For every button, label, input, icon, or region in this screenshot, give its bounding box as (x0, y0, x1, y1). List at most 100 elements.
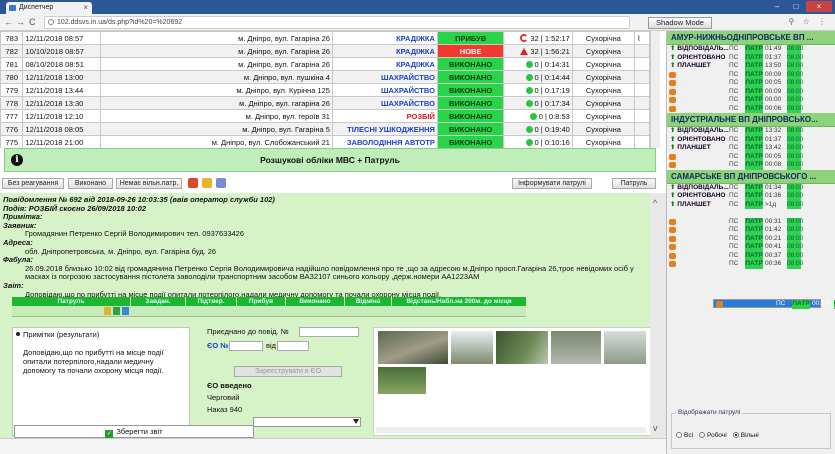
eo-date-input[interactable] (277, 341, 309, 351)
patrol-unit-row[interactable]: ⬆ ОРІЄНТОВАНО ПС ПАТР 01:36 08:00 (667, 192, 835, 201)
people-icon[interactable] (216, 178, 226, 188)
favicon-icon (9, 5, 16, 11)
table-row[interactable]: 783 12/11/2018 08:57 м. Дніпро, вул. Гагар… (0, 31, 651, 45)
no-free-patrol-button[interactable]: Немає вільн.патр. (116, 178, 182, 189)
photo-thumb[interactable] (604, 331, 646, 364)
patrol-unit-row[interactable]: ⬆ ПЛАНШЕТ ПС ПАТР 13:42 08:00 (667, 144, 835, 153)
patrol-unit-row[interactable]: ⬆ ОРІЄНТОВАНО ПС ПАТР 01:37 08:00 (667, 135, 835, 144)
attached-number-input[interactable] (299, 327, 359, 337)
scroll-up-icon[interactable]: ^ (653, 198, 657, 208)
patrol-unit-row[interactable]: ПС ПАТР 00:05 08:00 (667, 79, 835, 88)
patrol-unit-row[interactable]: ⬆ ВІДПОВІДАЛЬ... ПС ПАТР 01:34 08:00 (667, 183, 835, 192)
applicant-value: Громадянин Петренко Сергій Володимирович… (25, 229, 245, 239)
no-reaction-button[interactable]: Без реагування (2, 178, 64, 189)
table-row[interactable]: 777 12/11/2018 12:10 м. Дніпро, вул. герої… (0, 109, 651, 123)
unit-name-text: ВІДПОВІДАЛЬ... (677, 127, 729, 134)
incident-counter: 0 | 0:19:40 (503, 122, 573, 136)
table-row[interactable]: 776 12/11/2018 08:05 м. Дніпро, вул. Гагар… (0, 122, 651, 136)
incident-address: м. Дніпро, вул. Курінна 125 (99, 83, 333, 97)
unit-time: 01:34 (765, 183, 782, 191)
unit-time: 00:06 (765, 104, 782, 112)
notes-textarea[interactable]: Доповідаю,що по прибутті на місце події … (23, 348, 183, 375)
department-header[interactable]: АМУР-НИЖНЬОДНІПРОВСЬКЕ ВП ... (667, 31, 835, 45)
photo-thumb[interactable] (551, 331, 601, 364)
folder-icon[interactable] (202, 178, 212, 188)
patrol-unit-row[interactable]: ПС ПАТР 00:31 08:00 (667, 217, 835, 226)
from-label: від (266, 341, 277, 350)
photo-thumb[interactable] (378, 331, 448, 364)
patrol-unit-row[interactable]: ⬆ ПЛАНШЕТ ПС ПАТР >1д 08:00 (667, 200, 835, 209)
department-header[interactable]: САМАРСЬКЕ ВП ДНІПРОВСЬКОГО ... (667, 169, 835, 184)
detail-scrollbar[interactable]: ^ v (650, 193, 666, 438)
close-window-icon[interactable]: × (806, 1, 832, 12)
patrol-unit-row[interactable]: ⬆ ПЛАНШЕТ ПС ПАТР 13:50 08:00 (667, 62, 835, 71)
close-tab-icon[interactable]: × (83, 2, 88, 14)
radio-icon[interactable] (699, 432, 706, 438)
incident-counter-text: 0 | 0:10:16 (534, 137, 570, 147)
radio-icon[interactable] (732, 432, 739, 438)
filter-option[interactable]: Робочі (699, 432, 727, 439)
order-select[interactable] (253, 417, 361, 427)
photos-scrollbar[interactable] (376, 427, 646, 433)
unit-status: ПАТР (745, 70, 763, 79)
patrol-unit-row[interactable]: ПСПАТР00:1308:00 (713, 299, 835, 309)
assign-icon[interactable] (104, 307, 111, 315)
patrol-unit-row[interactable]: ПС ПАТР 00:08 08:00 (667, 161, 835, 170)
table-row[interactable]: 780 12/11/2018 13:00 м. Дніпро, вул. пушкі… (0, 70, 651, 84)
patrol-unit-row[interactable]: ⬆ ВІДПОВІДАЛЬ... ПС ПАТР 13:32 08:00 (667, 127, 835, 136)
unit-type: ПС (729, 144, 739, 151)
chat-icon[interactable] (122, 307, 129, 315)
patrol-unit-row[interactable]: ПС ПАТР 00:37 08:00 (667, 251, 835, 260)
notes-title: Примітки (результати) (23, 330, 100, 339)
radio-icon[interactable] (676, 432, 682, 438)
patrol-unit-row[interactable]: ПС ПАТР 00:05 08:00 (667, 152, 835, 161)
patrol-unit-row[interactable]: ПС ПАТР 00:36 08:00 (667, 260, 835, 269)
photo-thumb[interactable] (451, 331, 493, 364)
photo-thumb[interactable] (496, 331, 548, 364)
table-row[interactable]: 778 12/11/2018 13:30 м. Дніпро, вул. гагар… (0, 96, 651, 110)
patrol-unit-row[interactable]: ПС ПАТР 00:09 08:00 (667, 70, 835, 79)
shadow-mode-button[interactable]: Shadow Mode (648, 17, 712, 29)
scroll-down-icon[interactable]: v (653, 423, 658, 433)
register-eo-button[interactable]: Зареєструвати в ЄО (234, 366, 342, 377)
browser-menu-icons[interactable]: ⚲ ☆ ⋮ (789, 17, 829, 26)
call-icon[interactable] (113, 307, 120, 315)
incident-dept: Сухорічна (571, 44, 635, 58)
minimize-icon[interactable]: – (768, 1, 786, 12)
unit-time: 00:00 (765, 96, 782, 103)
back-icon[interactable]: ← (4, 17, 13, 27)
url-input[interactable]: 102.ddsvs.in.ua/ds.php?id%20=%20692 (44, 16, 630, 29)
filter-option[interactable]: Вільні (732, 432, 759, 439)
patrol-unit-row[interactable]: ПС ПАТР 00:21 08:00 (667, 234, 835, 243)
filter-option[interactable]: Всі (676, 432, 693, 439)
patrol-button[interactable]: Патруль (612, 178, 656, 189)
patrol-unit-row[interactable]: ⬆ ВІДПОВІДАЛЬ... ПС ПАТР 01:49 08:00 (667, 45, 835, 54)
incidents-scrollbar[interactable] (650, 31, 660, 148)
browser-tab[interactable]: Диспетчер × (6, 2, 92, 14)
action-toolbar: Без реагування Виконано Немає вільн.патр… (0, 178, 660, 191)
patrol-unit-row[interactable]: ПС ПАТР 00:06 08:00 (667, 104, 835, 113)
table-row[interactable]: 779 12/11/2018 13:44 м. Дніпро, вул. Курін… (0, 83, 651, 97)
done-button[interactable]: Виконано (68, 178, 113, 189)
wanted-banner[interactable]: i Розшукові обліки МВС + Патруль (4, 148, 656, 172)
table-row[interactable]: 781 08/10/2018 08:51 м. Дніпро, вул. Гагар… (0, 57, 651, 71)
incident-id: 783 (0, 31, 24, 45)
incident-attach (633, 96, 651, 110)
photo-thumb[interactable] (378, 367, 426, 394)
forward-icon[interactable]: → (16, 17, 25, 27)
patrol-unit-row[interactable]: ПС ПАТР 00:41 08:00 (667, 243, 835, 252)
paperclip-icon[interactable]: ⌇ (637, 34, 641, 43)
maximize-icon[interactable]: □ (787, 1, 805, 12)
eo-number-input[interactable] (229, 341, 263, 351)
patrol-unit-row[interactable]: ⬆ ОРІЄНТОВАНО ПС ПАТР 01:37 08:00 (667, 53, 835, 62)
inform-patrols-button[interactable]: Інформувати патрулі (512, 178, 592, 189)
patrol-unit-row[interactable]: ПС ПАТР 00:00 08:00 (667, 96, 835, 105)
department-header[interactable]: ІНДУСТРІАЛЬНЕ ВП ДНІПРОВСЬКО... (667, 113, 835, 127)
warning-icon[interactable] (188, 178, 198, 188)
table-row[interactable]: 782 10/10/2018 08:57 м. Дніпро, вул. Гагар… (0, 44, 651, 58)
patrol-unit-row[interactable]: ПС ПАТР 01:42 08:00 (667, 226, 835, 235)
table-row[interactable]: 775 12/11/2018 21:00 м. Дніпро, вул. Слобо… (0, 135, 651, 148)
reload-icon[interactable]: C (29, 17, 36, 27)
incident-attach[interactable]: ⌇ (633, 31, 651, 45)
patrol-unit-row[interactable]: ПС ПАТР 00:09 08:00 (667, 87, 835, 96)
